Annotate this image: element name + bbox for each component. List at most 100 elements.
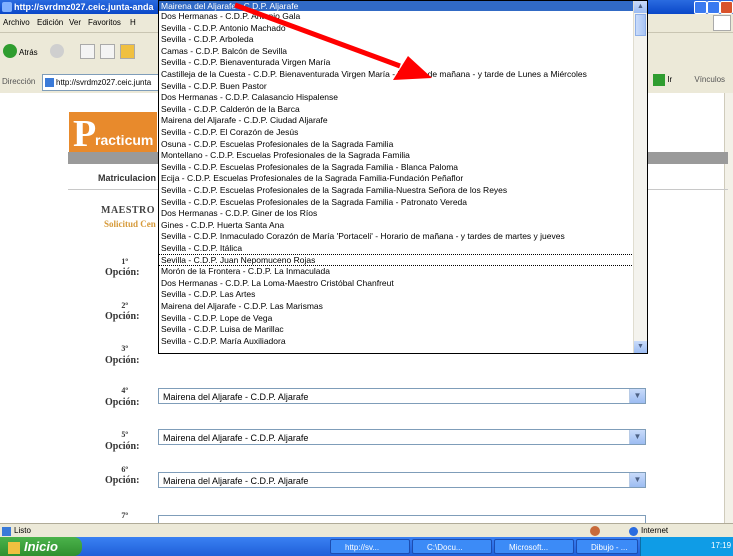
menu-edicion[interactable]: Edición — [37, 18, 63, 27]
scroll-down-icon[interactable]: ▼ — [634, 341, 647, 353]
dropdown-option[interactable]: Sevilla - C.D.P. Lope de Vega — [161, 313, 272, 323]
back-label[interactable]: Atrás — [19, 48, 38, 57]
forward-arrow-icon[interactable] — [50, 44, 64, 58]
option-5-select[interactable]: Mairena del Aljarafe - C.D.P. Aljarafe ▼ — [158, 429, 646, 445]
dropdown-option[interactable]: Dos Hermanas - C.D.P. Calasancio Hispale… — [161, 92, 338, 102]
dropdown-option[interactable]: Osuna - C.D.P. Escuelas Profesionales de… — [161, 139, 393, 149]
home-icon[interactable] — [120, 44, 135, 59]
dropdown-option[interactable]: Ecija - C.D.P. Escuelas Profesionales de… — [161, 173, 463, 183]
start-label: Inicio — [24, 539, 58, 554]
dropdown-option[interactable]: Montellano - C.D.P. Escuelas Profesional… — [161, 150, 410, 160]
option-2-number: 2º — [121, 301, 128, 310]
dropdown-option[interactable]: Dos Hermanas - C.D.P. La Loma-Maestro Cr… — [161, 278, 394, 288]
links-button[interactable]: Vínculos — [694, 75, 725, 84]
taskbar-item-word[interactable]: Microsoft... — [494, 539, 574, 554]
dropdown-option[interactable]: Sevilla - C.D.P. Itálica — [161, 243, 242, 253]
dropdown-option[interactable]: Sevilla - C.D.P. Bienaventurada Virgen M… — [161, 57, 330, 67]
dropdown-option[interactable]: Mairena del Aljarafe - C.D.P. Las Marism… — [161, 301, 323, 311]
nav-matriculacion[interactable]: Matriculacion — [98, 173, 156, 183]
close-button[interactable] — [720, 1, 733, 14]
chevron-down-icon[interactable]: ▼ — [629, 473, 645, 487]
option-4-value: Mairena del Aljarafe - C.D.P. Aljarafe — [163, 392, 309, 402]
go-button[interactable]: Ir Vínculos — [653, 74, 725, 86]
menu-ver[interactable]: Ver — [69, 18, 81, 27]
option-5-value: Mairena del Aljarafe - C.D.P. Aljarafe — [163, 433, 309, 443]
page-status-icon — [2, 527, 11, 536]
dropdown-option[interactable]: Sevilla - C.D.P. Luisa de Marillac — [161, 324, 284, 334]
address-label: Dirección — [2, 77, 36, 86]
dropdown-option[interactable]: Sevilla - C.D.P. Escuelas Profesionales … — [161, 197, 467, 207]
option-3-number: 3º — [121, 344, 128, 353]
taskbar-item-folder[interactable]: C:\Docu... — [412, 539, 492, 554]
logo-text: racticum — [95, 132, 154, 148]
chevron-down-icon[interactable]: ▼ — [629, 430, 645, 444]
option-3-label: Opción: — [105, 355, 140, 366]
option-6-select[interactable]: Mairena del Aljarafe - C.D.P. Aljarafe ▼ — [158, 472, 646, 488]
option-4-number: 4º — [121, 386, 128, 395]
option-4-label: Opción: — [105, 397, 140, 408]
window-title: http://svrdmz027.ceic.junta-anda — [14, 2, 154, 12]
globe-icon — [629, 527, 638, 536]
taskbar: Inicio http://sv... C:\Docu... Microsoft… — [0, 537, 733, 556]
dropdown-option[interactable]: Sevilla - C.D.P. El Corazón de Jesús — [161, 127, 298, 137]
menu-help[interactable]: H — [130, 18, 136, 27]
back-arrow-icon[interactable] — [3, 44, 17, 58]
dropdown-option[interactable]: Dos Hermanas - C.D.P. Antonio Gala — [161, 11, 300, 21]
option-1-label: Opción: — [105, 267, 140, 278]
dropdown-option[interactable]: Sevilla - C.D.P. Calderón de la Barca — [161, 104, 300, 114]
dropdown-scrollbar[interactable]: ▲ ▼ — [633, 1, 647, 353]
dropdown-option[interactable]: Gines - C.D.P. Huerta Santa Ana — [161, 220, 284, 230]
dropdown-option[interactable]: Sevilla - C.D.P. María Auxiliadora — [161, 336, 286, 346]
option-7-select[interactable] — [158, 515, 646, 523]
scroll-thumb[interactable] — [635, 14, 646, 36]
windows-logo-icon — [713, 15, 731, 31]
dropdown-option[interactable]: Sevilla - C.D.P. Las Artes — [161, 289, 255, 299]
popup-blocker-icon — [590, 526, 600, 536]
windows-flag-icon — [8, 541, 20, 554]
minimize-button[interactable] — [694, 1, 707, 14]
option-1-number: 1º — [121, 257, 128, 266]
option-5-number: 5º — [121, 430, 128, 439]
page-heading: MAESTRO E — [101, 205, 166, 216]
dropdown-option[interactable]: Dos Hermanas - C.D.P. Giner de los Ríos — [161, 208, 317, 218]
quick-launch-icons[interactable] — [92, 541, 242, 552]
clock: 17:19 — [711, 541, 732, 550]
taskbar-item-paint[interactable]: Dibujo - ... — [576, 539, 638, 554]
option-4-select[interactable]: Mairena del Aljarafe - C.D.P. Aljarafe ▼ — [158, 388, 646, 404]
dropdown-option[interactable]: Sevilla - C.D.P. Arboleda — [161, 34, 253, 44]
dropdown-option[interactable]: Mairena del Aljarafe - C.D.P. Ciudad Alj… — [161, 115, 328, 125]
option-5-label: Opción: — [105, 441, 140, 452]
taskbar-item-browser[interactable]: http://sv... — [330, 539, 410, 554]
dropdown-option[interactable]: Sevilla - C.D.P. Buen Pastor — [161, 81, 267, 91]
dropdown-option[interactable]: Castilleja de la Cuesta - C.D.P. Bienave… — [161, 69, 587, 79]
menu-favoritos[interactable]: Favoritos — [88, 18, 121, 27]
address-url: http://svrdmz027.ceic.junta — [56, 78, 152, 87]
maximize-button[interactable] — [707, 1, 720, 14]
dropdown-option[interactable]: Camas - C.D.P. Balcón de Sevilla — [161, 46, 287, 56]
logo-letter: P — [73, 113, 97, 155]
dropdown-option[interactable]: Morón de la Frontera - C.D.P. La Inmacul… — [161, 266, 330, 276]
stop-icon[interactable] — [80, 44, 95, 59]
dropdown-option[interactable]: Sevilla - C.D.P. Inmaculado Corazón de M… — [161, 231, 565, 241]
zone-text: Internet — [641, 526, 669, 535]
refresh-icon[interactable] — [100, 44, 115, 59]
chevron-down-icon[interactable]: ▼ — [629, 389, 645, 403]
dropdown-option[interactable]: Sevilla - C.D.P. Juan Nepomuceno Rojas — [159, 253, 634, 266]
go-label: Ir — [667, 75, 673, 85]
status-text: Listo — [14, 526, 31, 535]
option-2-label: Opción: — [105, 311, 140, 322]
school-dropdown-list[interactable]: Mairena del Aljarafe - C.D.P. Aljarafe D… — [158, 0, 648, 354]
dropdown-selected-item[interactable]: Mairena del Aljarafe - C.D.P. Aljarafe — [159, 1, 633, 11]
scroll-up-icon[interactable]: ▲ — [634, 1, 647, 13]
practicum-logo: P racticum — [69, 112, 157, 156]
page-subheading: Solicitud Cen — [104, 219, 156, 229]
dropdown-option[interactable]: Sevilla - C.D.P. Escuelas Profesionales … — [161, 185, 507, 195]
ie-icon — [2, 2, 12, 12]
menu-archivo[interactable]: Archivo — [3, 18, 30, 27]
go-arrow-icon — [653, 74, 665, 86]
start-button[interactable]: Inicio — [0, 537, 82, 556]
dropdown-option[interactable]: Sevilla - C.D.P. Antonio Machado — [161, 23, 286, 33]
option-6-value: Mairena del Aljarafe - C.D.P. Aljarafe — [163, 476, 309, 486]
dropdown-option[interactable]: Sevilla - C.D.P. Escuelas Profesionales … — [161, 162, 458, 172]
page-icon — [45, 78, 54, 88]
